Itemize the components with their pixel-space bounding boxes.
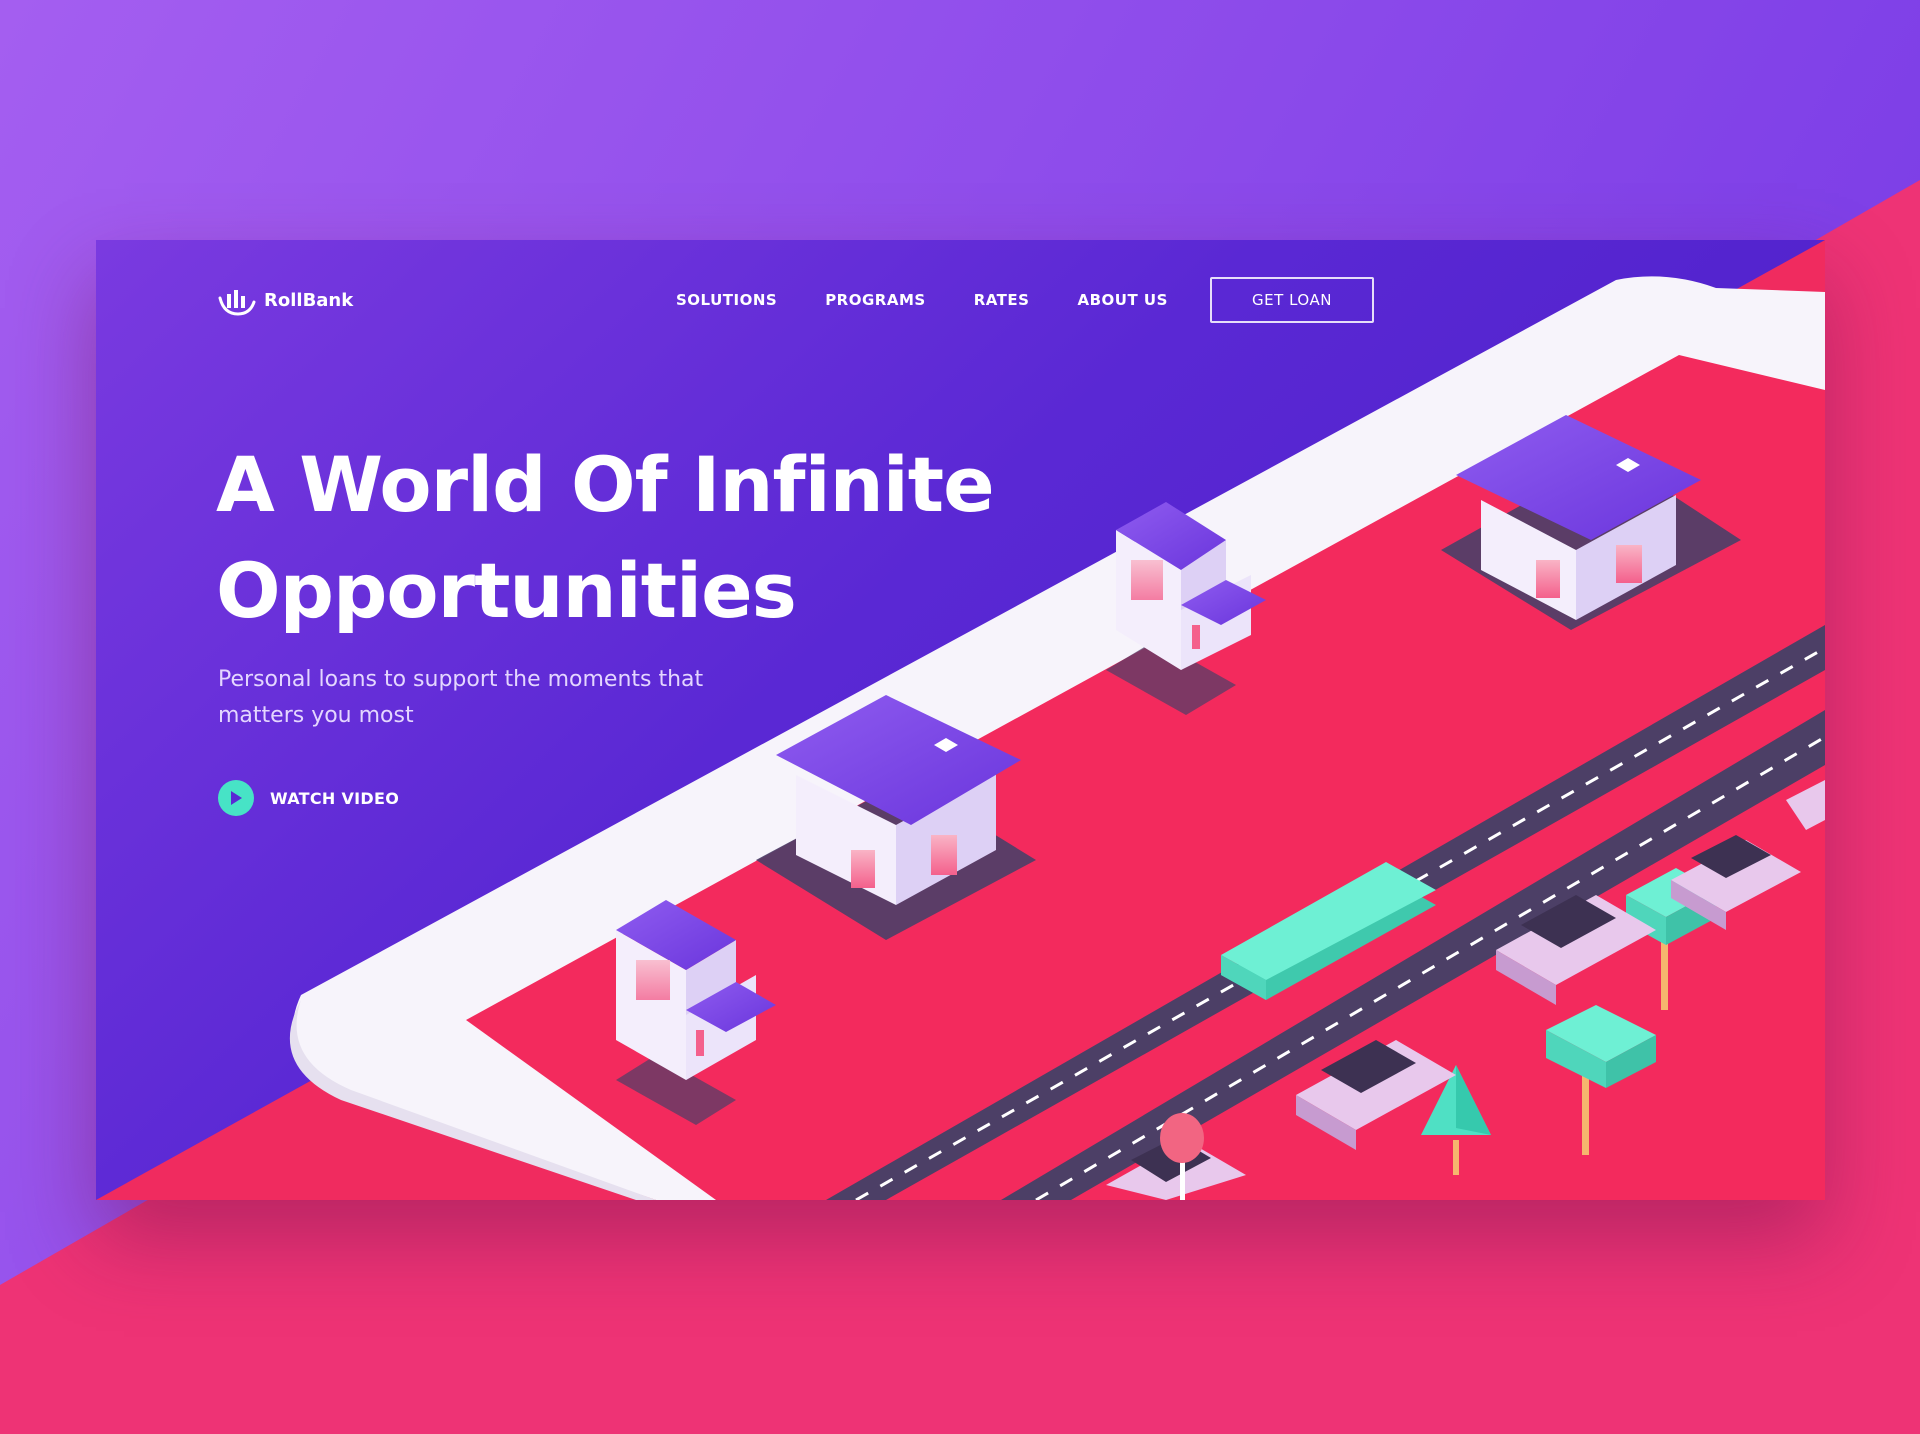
- bar-chart-arc-icon: [218, 290, 256, 316]
- watch-video-label: WATCH VIDEO: [270, 788, 400, 808]
- brand-logo[interactable]: RollBank: [216, 280, 353, 320]
- nav-link-about-us[interactable]: ABOUT US: [1077, 290, 1167, 310]
- get-loan-button[interactable]: GET LOAN: [1210, 277, 1374, 323]
- nav-link-solutions[interactable]: SOLUTIONS: [676, 290, 777, 310]
- hero-title: A World Of Infinite Opportunities: [216, 440, 995, 635]
- play-icon: [218, 780, 254, 816]
- nav-link-programs[interactable]: PROGRAMS: [825, 290, 926, 310]
- hero-subtitle: Personal loans to support the moments th…: [218, 667, 704, 728]
- nav-link-rates[interactable]: RATES: [974, 290, 1030, 310]
- brand-name: RollBank: [264, 289, 354, 311]
- landing-page-frame: RollBank SOLUTIONS PROGRAMS RATES ABOUT …: [96, 240, 1825, 1200]
- main-nav: SOLUTIONS PROGRAMS RATES ABOUT US: [676, 290, 1168, 310]
- watch-video-link[interactable]: WATCH VIDEO: [218, 780, 399, 816]
